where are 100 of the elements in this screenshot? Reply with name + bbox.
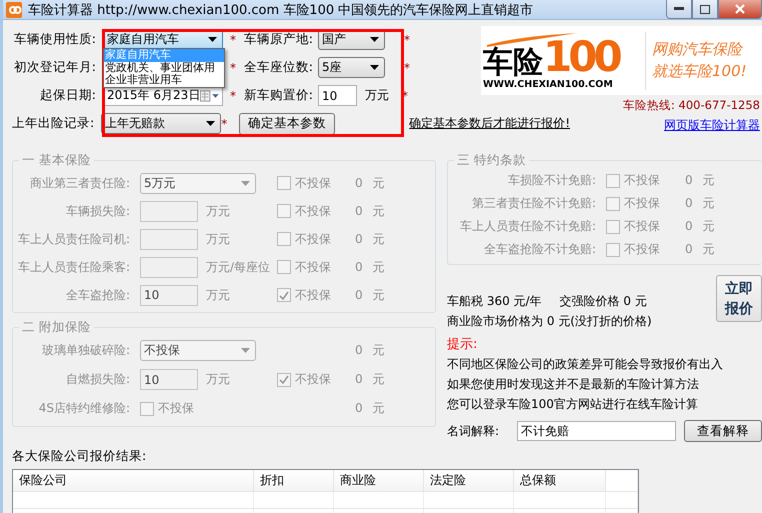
glossary-label: 名词解释: — [447, 422, 500, 440]
field-label: 初次登记年月: — [12, 59, 96, 76]
amount: 0 元 — [355, 342, 386, 359]
app-icon — [6, 2, 22, 18]
column-header[interactable]: 保险公司 — [13, 470, 254, 491]
unit-label: 万元 — [365, 87, 390, 104]
caret-icon — [206, 121, 216, 126]
unit-label: 万元 — [206, 286, 230, 304]
amount: 0 元 — [685, 241, 716, 258]
amount: 0 元 — [685, 172, 716, 189]
field-label: 商业第三者责任险: — [28, 174, 131, 192]
field-label: 车损险不计免赔: — [506, 172, 597, 189]
notice-text: 确定基本参数后才能进行报价! — [409, 115, 570, 132]
unit-label: 万元 — [206, 371, 230, 388]
checkbox-label: 不投保 — [295, 371, 331, 388]
caret-icon — [241, 180, 250, 186]
required-mark: * — [403, 32, 411, 46]
amount: 0 元 — [355, 371, 386, 388]
minimize-icon — [674, 7, 684, 11]
field-label: 第三者责任险不计免赔: — [470, 195, 597, 212]
caret-icon — [370, 37, 379, 42]
amount: 0 元 — [355, 258, 386, 276]
slogan-text: 网购汽车保险 — [652, 40, 744, 59]
field-label: 车辆原产地: — [243, 31, 313, 48]
web-calculator-link[interactable]: 网页版车险计算器 — [664, 117, 762, 134]
amount: 0 元 — [355, 286, 386, 304]
checkbox-label: 不投保 — [295, 258, 331, 276]
market-price-text: 商业险市场价格为 0 元(没打折的价格) — [447, 314, 652, 329]
field-label: 车辆损失险: — [64, 202, 131, 220]
amount: 0 元 — [685, 218, 716, 235]
field-label: 自燃损失险: — [64, 371, 131, 388]
tips-title: 提示: — [447, 337, 478, 352]
glossary-field[interactable]: 不计免赔 — [517, 421, 676, 441]
tax-text: 车船税 360 元/年 — [447, 294, 542, 309]
column-header[interactable]: 折扣 — [254, 470, 334, 491]
amount: 0 元 — [355, 202, 386, 220]
checkbox-label: 不投保 — [624, 218, 660, 235]
checkbox-label: 不投保 — [295, 230, 331, 248]
close-button[interactable] — [718, 0, 762, 19]
amount: 0 元 — [685, 195, 716, 212]
checkbox-label: 不投保 — [295, 174, 331, 192]
field-label: 4S店特约维修险: — [38, 400, 131, 417]
logo-number: 100 — [543, 35, 619, 79]
checkbox-label: 不投保 — [295, 286, 331, 304]
required-mark: * — [221, 116, 228, 130]
logo-text: 车险 — [483, 47, 543, 79]
column-header[interactable]: 商业险 — [334, 470, 424, 491]
required-mark: * — [403, 60, 411, 74]
check-icon — [279, 375, 289, 384]
group-title: 二 附加保险 — [21, 319, 92, 336]
field-label: 全车盗抢险: — [64, 286, 131, 304]
field-label: 车上人员责任险乘客: — [16, 258, 131, 276]
maximize-icon — [700, 4, 710, 14]
group-title: 一 基本保险 — [21, 152, 92, 169]
logo-url: WWW.CHEXIAN100.COM — [483, 79, 613, 90]
caret-icon — [208, 37, 217, 42]
field-label: 车辆使用性质: — [12, 31, 96, 48]
tip-text: 如果您使用时发现这并不是最新的车险计算方法 — [447, 377, 700, 392]
slogan-text: 就选车险100! — [652, 62, 748, 81]
quote-button[interactable]: 立即报价 — [716, 275, 762, 322]
checkbox-label: 不投保 — [624, 241, 660, 258]
checkbox-label: 不投保 — [295, 202, 331, 220]
unit-label: 万元/每座位 — [206, 258, 270, 276]
required-mark: * — [229, 60, 237, 74]
field-label: 玻璃单独破碎险: — [40, 342, 131, 359]
caret-icon — [241, 348, 250, 353]
close-icon — [735, 4, 745, 14]
dropdown-option[interactable]: 党政机关、事业团体用 — [104, 62, 224, 74]
column-header[interactable]: 总保额 — [514, 470, 606, 491]
maximize-button[interactable] — [692, 0, 718, 19]
column-header[interactable]: 法定险 — [424, 470, 514, 491]
group-title: 三 特约条款 — [456, 152, 527, 169]
hotline-text: 车险热线: 400-677-1258 — [623, 98, 761, 113]
confirm-button[interactable]: 确定基本参数 — [239, 112, 336, 134]
checkbox-label: 不投保 — [624, 195, 660, 212]
field-label: 全车盗抢险不计免赔: — [482, 241, 597, 258]
compulsory-price-text: 交强险价格 0 元 — [560, 294, 647, 309]
tip-text: 您可以登录车险100官方网站进行在线车险计算 — [447, 397, 699, 412]
unit-label: 万元 — [206, 230, 230, 248]
field-label: 起保日期: — [38, 87, 96, 104]
field-label: 上年出险记录: — [12, 115, 94, 132]
field-label: 新车购置价: — [243, 87, 313, 104]
calendar-icon — [200, 90, 219, 102]
caret-icon — [370, 65, 379, 70]
field-label: 全车座位数: — [243, 59, 313, 76]
dropdown-option[interactable]: 企业非营业用车 — [104, 74, 224, 86]
view-explanation-button[interactable]: 查看解释 — [684, 420, 762, 442]
amount: 0 元 — [355, 174, 386, 192]
field-label: 车上人员责任险司机: — [16, 230, 131, 248]
dropdown[interactable]: 5座 — [318, 57, 385, 78]
minimize-button[interactable] — [666, 0, 692, 19]
input-field[interactable]: 10 — [318, 85, 357, 106]
amount: 0 元 — [355, 400, 386, 417]
tip-text: 不同地区保险公司的政策差异可能会导致报价有出入 — [447, 357, 724, 372]
dropdown[interactable]: 上年无赔款 — [101, 113, 222, 134]
window-title: 车险计算器 http://www.chexian100.com 车险100 中国领先的汽车保险网上直销超市 — [28, 2, 534, 18]
check-icon — [279, 290, 289, 300]
required-mark: * — [229, 32, 237, 46]
required-mark: * — [229, 88, 237, 102]
unit-label: 万元 — [206, 202, 230, 220]
